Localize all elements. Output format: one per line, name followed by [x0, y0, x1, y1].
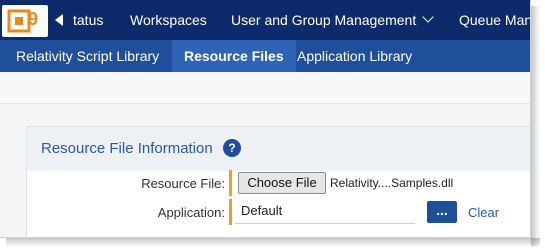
- resource-file-label: Resource File:: [141, 176, 225, 191]
- nav-item-status[interactable]: tatus: [73, 12, 103, 28]
- browse-application-button[interactable]: ...: [427, 201, 457, 223]
- resource-file-information-card: Resource File Information ? Resource Fil…: [26, 126, 530, 237]
- window-shadow-bottom: [6, 238, 540, 247]
- tab-relativity-script-library[interactable]: Relativity Script Library: [0, 40, 169, 72]
- nav-item-workspaces[interactable]: Workspaces: [130, 12, 207, 28]
- top-navigation-bar: 9 tatus Workspaces User and Group Manage…: [0, 0, 530, 40]
- selected-file-name: Relativity....Samples.dll: [330, 176, 454, 190]
- application-field[interactable]: [235, 198, 415, 224]
- chevron-down-icon[interactable]: [422, 11, 434, 23]
- tab-bar: Relativity Script Library Resource Files…: [0, 40, 530, 72]
- toolbar-strip: [0, 72, 530, 104]
- nav-item-queue-management[interactable]: Queue Man: [459, 12, 530, 28]
- required-marker: [229, 170, 232, 196]
- required-marker: [229, 199, 232, 225]
- logo-number: 9: [28, 9, 39, 29]
- window-shadow-right: [531, 6, 540, 246]
- clear-link[interactable]: Clear: [468, 205, 499, 220]
- tab-application-library[interactable]: Application Library: [287, 40, 422, 72]
- section-title: Resource File Information: [41, 140, 213, 157]
- scroll-left-arrow-icon[interactable]: [55, 14, 63, 26]
- choose-file-button[interactable]: Choose File: [238, 172, 326, 194]
- nav-item-user-group-management[interactable]: User and Group Management: [231, 12, 416, 28]
- help-icon[interactable]: ?: [223, 139, 241, 157]
- relativity-logo[interactable]: 9: [2, 5, 48, 37]
- card-header: Resource File Information ?: [27, 127, 530, 171]
- tab-resource-files[interactable]: Resource Files: [172, 40, 296, 72]
- application-label: Application:: [157, 205, 225, 220]
- app-window: 9 tatus Workspaces User and Group Manage…: [0, 0, 531, 238]
